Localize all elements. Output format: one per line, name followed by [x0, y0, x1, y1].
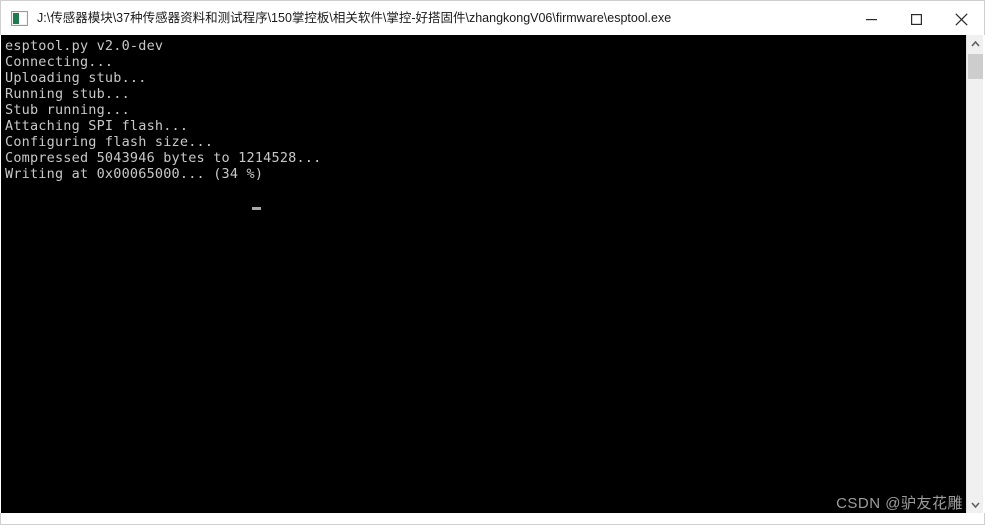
close-icon [955, 12, 968, 26]
close-button[interactable] [939, 2, 984, 35]
maximize-icon [911, 13, 922, 25]
maximize-button[interactable] [894, 2, 939, 35]
scroll-up-button[interactable] [967, 35, 983, 52]
scrollbar-thumb[interactable] [968, 54, 983, 79]
text-cursor [252, 207, 261, 210]
console-icon-right-panel [19, 12, 26, 24]
vertical-scrollbar[interactable] [966, 35, 983, 513]
csdn-watermark: CSDN @驴友花雕 [836, 495, 963, 512]
minimize-button[interactable] [849, 2, 894, 35]
console-output-text: esptool.py v2.0-dev Connecting... Upload… [5, 38, 322, 182]
window-bottom-frame [0, 513, 985, 525]
window-title: J:\传感器模块\37种传感器资料和测试程序\150掌控板\相关软件\掌控-好搭… [37, 10, 672, 25]
title-bar[interactable]: J:\传感器模块\37种传感器资料和测试程序\150掌控板\相关软件\掌控-好搭… [0, 0, 985, 35]
console-window-icon [11, 10, 28, 26]
console-window: J:\传感器模块\37种传感器资料和测试程序\150掌控板\相关软件\掌控-好搭… [0, 0, 985, 525]
minimize-icon [866, 18, 877, 20]
chevron-down-icon [970, 501, 980, 508]
scroll-down-button[interactable] [967, 496, 983, 513]
chevron-up-icon [970, 40, 980, 47]
console-output-area[interactable]: esptool.py v2.0-dev Connecting... Upload… [1, 35, 966, 513]
